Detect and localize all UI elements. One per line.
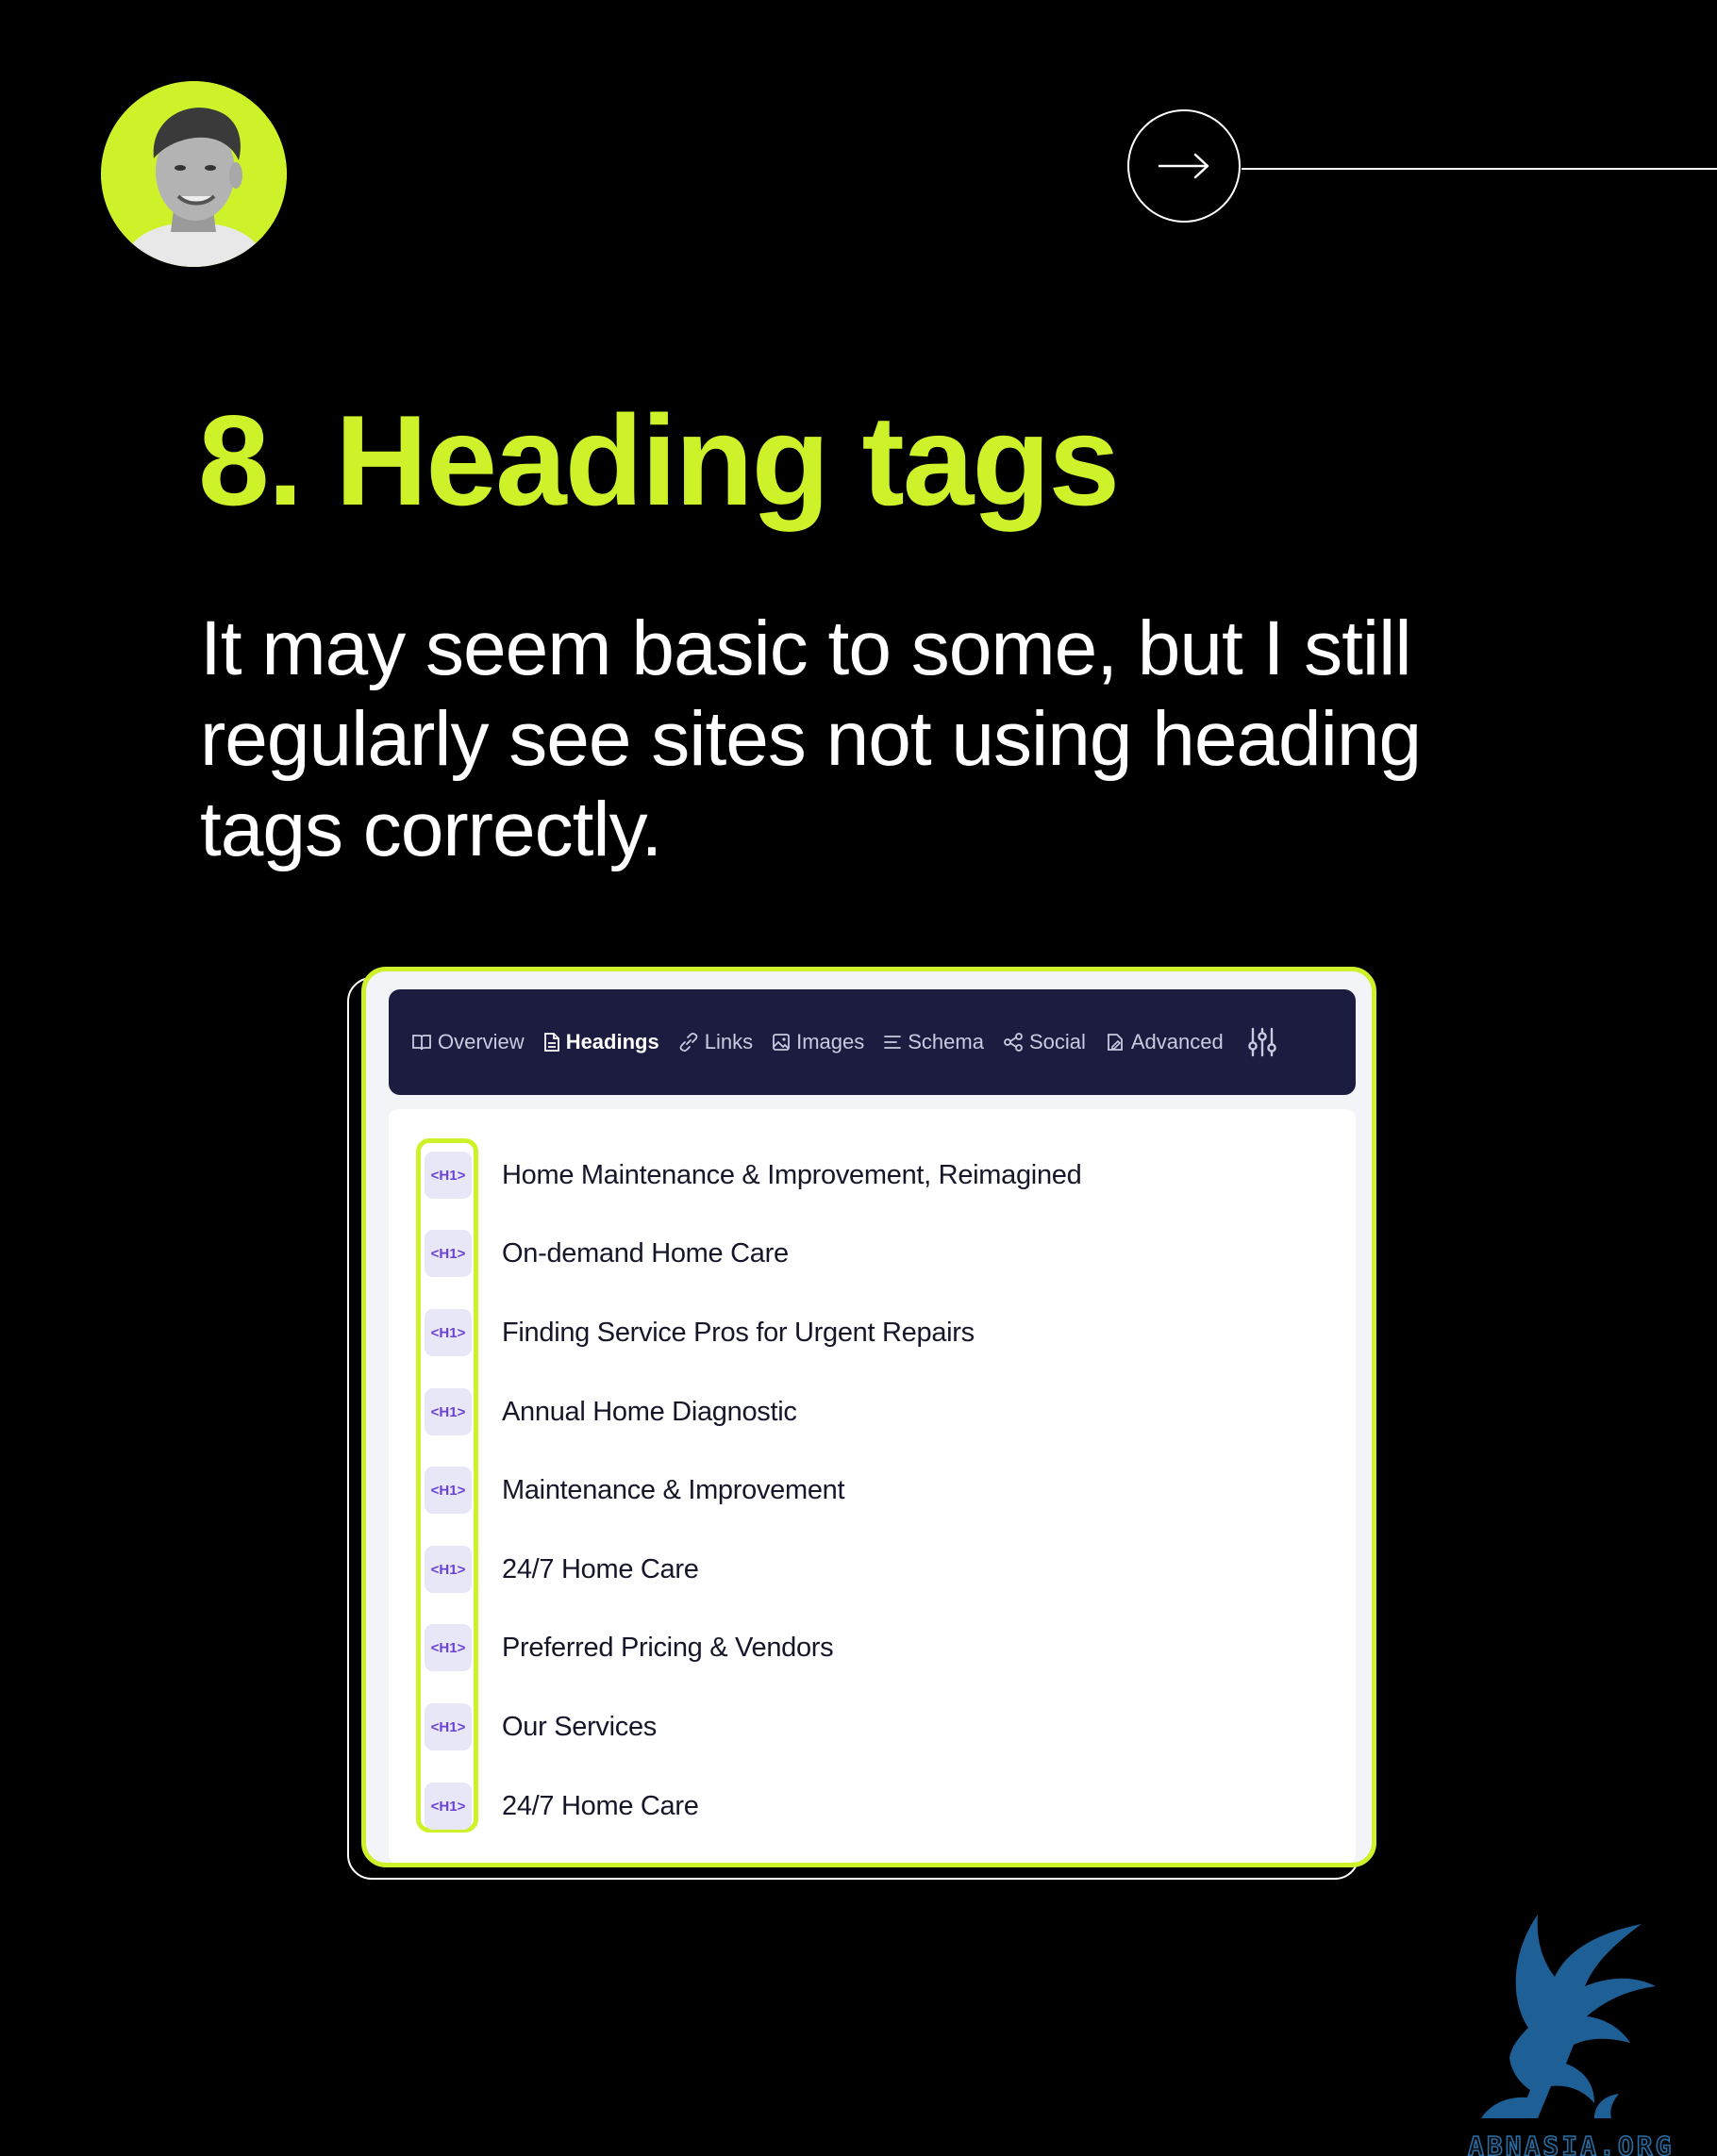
watermark-text: ABNASIA.ORG [1467,2131,1675,2156]
heading-row[interactable]: <H1> Home Maintenance & Improvement, Rei… [425,1147,1082,1203]
tab-label: Social [1028,1030,1086,1053]
screenshot-card: Overview Headings Links Images Schema So… [361,967,1376,1867]
h1-badge: <H1> [425,1388,472,1435]
tab-advanced[interactable]: Advanced [1105,1030,1224,1054]
h1-badge: <H1> [425,1230,472,1277]
h1-badge: <H1> [425,1783,472,1830]
heading-text: Finding Service Pros for Urgent Repairs [502,1317,975,1348]
sliders-icon [1247,1027,1276,1057]
tab-label: Advanced [1130,1030,1224,1053]
image-icon [773,1034,790,1051]
document-icon [543,1033,559,1052]
heading-row[interactable]: <H1> 24/7 Home Care [425,1541,699,1598]
watermark-logo [1453,1896,1679,2136]
tab-schema[interactable]: Schema [883,1030,984,1054]
heading-row[interactable]: <H1> 24/7 Home Care [425,1778,699,1834]
avatar [101,81,287,267]
heading-row[interactable]: <H1> Our Services [425,1699,657,1755]
heading-row[interactable]: <H1> Finding Service Pros for Urgent Rep… [425,1304,975,1361]
tab-links[interactable]: Links [678,1030,753,1054]
slide: 8. Heading tags It may seem basic to som… [0,0,1717,2156]
tab-images[interactable]: Images [772,1030,864,1054]
headings-panel: <H1> Home Maintenance & Improvement, Rei… [389,1109,1356,1863]
list-icon [884,1036,902,1049]
book-icon [412,1035,431,1051]
griffin-icon [1481,1915,1656,2118]
heading-row[interactable]: <H1> On-demand Home Care [425,1225,789,1282]
tab-label: Links [704,1030,754,1053]
divider-line [1242,168,1717,170]
tab-label: Images [796,1030,865,1053]
heading-row[interactable]: <H1> Preferred Pricing & Vendors [425,1619,834,1676]
tab-bar: Overview Headings Links Images Schema So… [389,989,1356,1095]
tab-label: Overview [438,1030,525,1053]
tab-overview[interactable]: Overview [411,1030,525,1054]
heading-text: Maintenance & Improvement [502,1474,845,1505]
advanced-icon [1107,1034,1123,1051]
share-icon [1004,1033,1023,1052]
heading-row[interactable]: <H1> Annual Home Diagnostic [425,1384,797,1440]
next-button[interactable] [1127,109,1241,223]
h1-badge: <H1> [425,1152,472,1199]
heading-text: On-demand Home Care [502,1237,789,1269]
tab-social[interactable]: Social [1003,1030,1086,1054]
heading-text: Home Maintenance & Improvement, Reimagin… [502,1159,1082,1190]
heading-text: Preferred Pricing & Vendors [502,1632,834,1663]
h1-badge: <H1> [425,1309,472,1356]
heading-text: Annual Home Diagnostic [502,1396,797,1427]
heading-row[interactable]: <H1> Maintenance & Improvement [425,1462,845,1518]
filter-settings-button[interactable] [1247,1027,1276,1057]
body-text: It may seem basic to some, but I still r… [200,605,1422,872]
page-title: 8. Heading tags [198,389,1120,532]
h1-badge: <H1> [425,1546,472,1593]
heading-text: Our Services [502,1711,657,1742]
tab-headings[interactable]: Headings [543,1030,659,1054]
heading-text: 24/7 Home Care [502,1790,699,1821]
person-photo [101,81,287,267]
arrow-right-icon [1158,153,1209,179]
link-icon [679,1032,698,1053]
h1-badge: <H1> [425,1703,472,1750]
heading-text: 24/7 Home Care [502,1553,699,1584]
tab-label: Schema [908,1030,984,1053]
h1-badge: <H1> [425,1467,472,1514]
h1-badge: <H1> [425,1624,472,1671]
tab-label: Headings [565,1030,659,1053]
